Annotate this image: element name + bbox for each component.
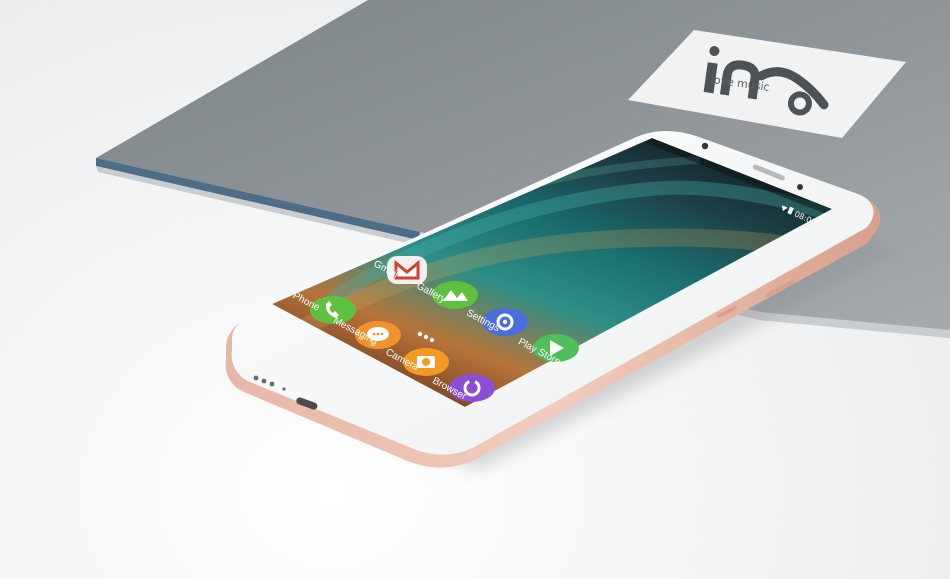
- gear-hub-icon: [502, 319, 508, 325]
- bubble-dot-icon: [380, 332, 384, 336]
- speaker-hole: [269, 381, 275, 387]
- drawer-dot-icon: [423, 334, 429, 340]
- camera-lens-icon: [422, 358, 430, 366]
- speaker-hole: [253, 375, 259, 381]
- microphone-hole: [282, 387, 286, 391]
- drawer-dot-icon: [417, 331, 423, 337]
- front-camera: [701, 142, 709, 150]
- speaker-hole: [261, 378, 267, 384]
- product-scene: i love music 08:00 Gmail Gallery Setting…: [96, 0, 950, 470]
- bubble-dot-icon: [376, 332, 380, 336]
- proximity-sensor: [797, 184, 803, 190]
- drawer-dot-icon: [429, 337, 435, 343]
